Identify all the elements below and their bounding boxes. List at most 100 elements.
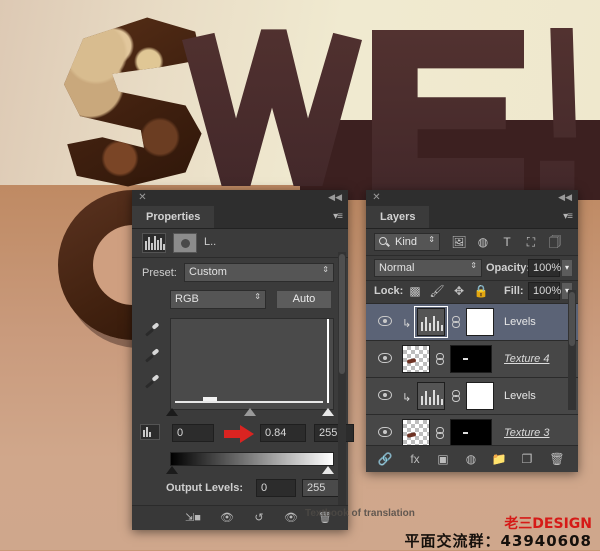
opacity-value[interactable]: 100%: [528, 259, 561, 277]
output-levels-label: Output Levels:: [166, 482, 244, 494]
input-gamma-slider[interactable]: [244, 408, 256, 416]
filter-kind-select[interactable]: Kind ⇕: [374, 233, 440, 251]
circle-icon[interactable]: [173, 233, 197, 253]
shape-layer-filter-icon[interactable]: ⛶: [522, 234, 540, 250]
close-icon[interactable]: ✕: [138, 193, 147, 203]
link-icon[interactable]: [452, 390, 460, 402]
output-white-field[interactable]: 255: [302, 479, 342, 497]
layer-name[interactable]: Levels: [504, 316, 536, 328]
adjustment-thumbnail[interactable]: [417, 308, 445, 336]
layer-thumbnail[interactable]: [402, 345, 430, 373]
layers-footer: 🔗 fx ▣ ◍ 📁 ❐ 🗑: [366, 445, 578, 472]
lock-image-icon[interactable]: 🖌: [428, 283, 446, 299]
new-group-icon[interactable]: 📁: [488, 451, 510, 467]
layer-visibility-icon[interactable]: [378, 353, 392, 363]
set-gray-point-eyedropper-icon[interactable]: [144, 348, 160, 364]
layers-titlebar: ✕ ◀◀: [366, 190, 578, 206]
layer-filter-row: Kind ⇕ 🖼 ◍ T ⛶ 🗍: [366, 229, 578, 256]
panel-menu-icon[interactable]: ▾≡: [333, 211, 343, 222]
output-white-slider[interactable]: [322, 466, 334, 474]
link-layers-icon[interactable]: 🔗: [374, 451, 396, 467]
link-icon[interactable]: [436, 353, 444, 365]
output-black-slider[interactable]: [166, 466, 178, 474]
chevron-updown-icon: ⇕: [428, 235, 435, 244]
properties-scrollbar-thumb[interactable]: [339, 254, 345, 374]
collapse-icon[interactable]: ◀◀: [558, 193, 572, 202]
visibility-icon[interactable]: 👁: [280, 510, 302, 526]
histogram-icon: [142, 233, 166, 253]
layer-mask-thumbnail[interactable]: [450, 419, 492, 447]
table-row[interactable]: Texture 4: [366, 341, 578, 378]
layer-name[interactable]: Levels: [504, 390, 536, 402]
adjustment-thumbnail[interactable]: [417, 382, 445, 410]
preset-select[interactable]: Custom ⇕: [184, 263, 334, 282]
channel-value: RGB: [175, 293, 199, 305]
layer-style-fx-icon[interactable]: fx: [404, 451, 426, 467]
tooltip-text: Textbook of translation: [305, 508, 415, 519]
layer-visibility-icon[interactable]: [378, 390, 392, 400]
input-gamma-field[interactable]: 0.84: [260, 424, 306, 442]
lock-position-icon[interactable]: ✥: [450, 283, 468, 299]
type-layer-filter-icon[interactable]: T: [498, 234, 516, 250]
output-gradient-row: [132, 448, 348, 478]
adjustment-layer-filter-icon[interactable]: ◍: [474, 234, 492, 250]
search-icon: [379, 237, 387, 245]
channel-select[interactable]: RGB ⇕: [170, 290, 266, 309]
collapse-icon[interactable]: ◀◀: [328, 193, 342, 202]
delete-layer-icon[interactable]: 🗑: [546, 451, 568, 467]
set-white-point-eyedropper-icon[interactable]: [144, 374, 160, 390]
view-previous-state-icon[interactable]: 👁: [216, 510, 238, 526]
layer-thumbnail[interactable]: [402, 419, 430, 447]
channel-row: RGB ⇕ Auto: [132, 288, 348, 314]
link-icon[interactable]: [452, 316, 460, 328]
opacity-dropdown-icon[interactable]: ▾: [561, 259, 573, 277]
layer-mask-thumbnail[interactable]: [466, 308, 494, 336]
levels-warning-icon: [140, 424, 160, 440]
set-black-point-eyedropper-icon[interactable]: [144, 322, 160, 338]
add-mask-icon[interactable]: ▣: [432, 451, 454, 467]
layer-visibility-icon[interactable]: [378, 427, 392, 437]
tab-layers[interactable]: Layers: [366, 206, 430, 228]
layer-name[interactable]: Texture 3: [504, 427, 549, 439]
new-adjustment-icon[interactable]: ◍: [460, 451, 482, 467]
properties-titlebar: ✕ ◀◀: [132, 190, 348, 206]
histogram-baseline: [175, 401, 323, 403]
tab-properties[interactable]: Properties: [132, 206, 215, 228]
watermark-group: 平面交流群：43940608: [404, 532, 592, 550]
histogram-display[interactable]: [170, 318, 334, 410]
blend-mode-select[interactable]: Normal ⇕: [374, 259, 482, 277]
filter-kind-value: Kind: [395, 236, 418, 248]
layer-mask-thumbnail[interactable]: [466, 382, 494, 410]
chevron-updown-icon: ⇕: [322, 265, 329, 274]
lock-transparency-icon[interactable]: ▩: [406, 283, 424, 299]
input-black-slider[interactable]: [166, 408, 178, 416]
input-white-field[interactable]: 255: [314, 424, 354, 442]
histogram-dots: [273, 401, 295, 403]
close-icon[interactable]: ✕: [372, 193, 381, 203]
layer-name[interactable]: Texture 4: [504, 353, 549, 365]
layers-scrollbar-thumb[interactable]: [569, 292, 575, 346]
clip-to-layer-icon[interactable]: ⇲■: [182, 510, 204, 526]
table-row[interactable]: ↳ Levels: [366, 378, 578, 415]
layer-mask-thumbnail[interactable]: [450, 345, 492, 373]
table-row[interactable]: ↳ Levels: [366, 304, 578, 341]
output-levels-row: Output Levels: 0 255: [132, 478, 348, 504]
output-black-field[interactable]: 0: [256, 479, 296, 497]
pixel-layer-filter-icon[interactable]: 🖼: [450, 234, 468, 250]
new-layer-icon[interactable]: ❐: [516, 451, 538, 467]
input-white-slider[interactable]: [322, 408, 334, 416]
smart-object-filter-icon[interactable]: 🗍: [546, 234, 564, 250]
opacity-label: Opacity:: [486, 262, 531, 274]
blend-mode-value: Normal: [379, 262, 415, 274]
reset-icon[interactable]: ↺: [248, 510, 270, 526]
fill-value[interactable]: 100%: [528, 282, 561, 300]
layer-visibility-icon[interactable]: [378, 316, 392, 326]
preset-label: Preset:: [142, 267, 177, 279]
panel-menu-icon[interactable]: ▾≡: [563, 211, 573, 222]
output-gradient-bar[interactable]: [170, 452, 334, 466]
lock-all-icon[interactable]: 🔒: [472, 283, 490, 299]
auto-button[interactable]: Auto: [276, 290, 332, 309]
adjustment-label: L..: [204, 236, 217, 248]
link-icon[interactable]: [436, 427, 444, 439]
input-black-field[interactable]: 0: [172, 424, 214, 442]
